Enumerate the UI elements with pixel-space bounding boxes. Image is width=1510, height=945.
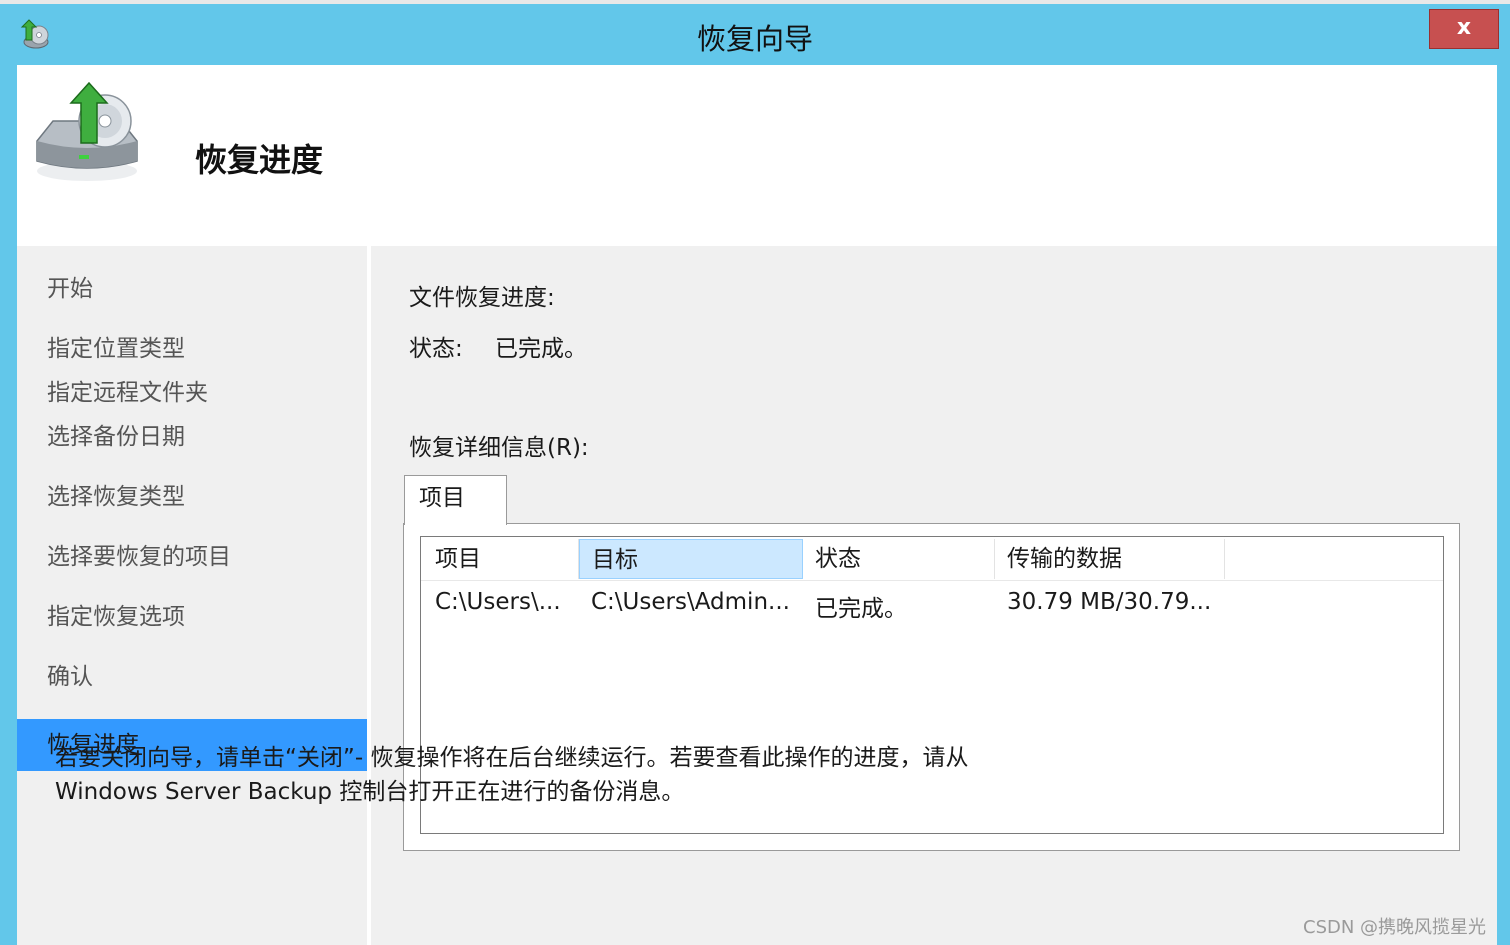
close-icon: x — [1456, 15, 1472, 40]
sidebar-item-select-items[interactable]: 选择要恢复的项目 — [17, 531, 367, 583]
cell-status: 已完成。 — [815, 596, 907, 622]
page-title: 恢复进度 — [195, 141, 324, 179]
header-separator — [421, 580, 1443, 581]
wizard-client-area: 恢复进度 开始 指定位置类型 指定远程文件夹 选择备份日期 选择恢复类型 选择要… — [17, 65, 1497, 945]
column-header-target[interactable]: 目标 — [579, 539, 803, 579]
status-value: 已完成。 — [495, 336, 587, 362]
sidebar-item-confirm[interactable]: 确认 — [17, 651, 367, 703]
cell-item: C:\Users\... — [435, 589, 561, 615]
close-button[interactable]: x — [1429, 9, 1499, 49]
column-header-transferred[interactable]: 传输的数据 — [995, 539, 1225, 579]
window-title: 恢复向导 — [696, 22, 813, 56]
wizard-window: 恢复向导 x 恢复进度 开始 指定位置类型 指定远程文件夹 选择备份日期 选择恢… — [0, 0, 1510, 945]
column-header-status[interactable]: 状态 — [803, 539, 995, 579]
cell-transferred: 30.79 MB/30.79... — [1007, 589, 1212, 615]
sidebar-item-recovery-options[interactable]: 指定恢复选项 — [17, 591, 367, 643]
cell-target: C:\Users\Admin... — [591, 589, 790, 615]
drive-restore-arrow-icon — [29, 79, 149, 189]
status-label: 状态: — [409, 336, 463, 362]
column-header-item[interactable]: 项目 — [423, 539, 579, 579]
progress-label: 文件恢复进度: — [409, 285, 555, 311]
sidebar-item-backup-date[interactable]: 选择备份日期 — [17, 411, 367, 463]
sidebar-item-start[interactable]: 开始 — [17, 263, 367, 315]
sidebar-item-recovery-type[interactable]: 选择恢复类型 — [17, 471, 367, 523]
watermark: CSDN @携晚风揽星光 — [1303, 917, 1487, 938]
title-bar[interactable]: 恢复向导 x — [0, 4, 1510, 64]
wizard-content: 文件恢复进度: 状态: 已完成。 恢复详细信息(R): 项目 项目 目标 状态 … — [371, 246, 1497, 945]
footer-line-1: 若要关闭向导，请单击“关闭”- 恢复操作将在后台继续运行。若要查看此操作的进度，… — [55, 745, 969, 771]
wizard-header: 恢复进度 — [17, 65, 1497, 246]
wizard-step-list: 开始 指定位置类型 指定远程文件夹 选择备份日期 选择恢复类型 选择要恢复的项目… — [17, 246, 367, 945]
tab-items[interactable]: 项目 — [404, 475, 507, 525]
footer-note: 若要关闭向导，请单击“关闭”- 恢复操作将在后台继续运行。若要查看此操作的进度，… — [55, 741, 1115, 809]
footer-line-2: Windows Server Backup 控制台打开正在进行的备份消息。 — [55, 779, 685, 805]
details-label: 恢复详细信息(R): — [409, 435, 589, 461]
